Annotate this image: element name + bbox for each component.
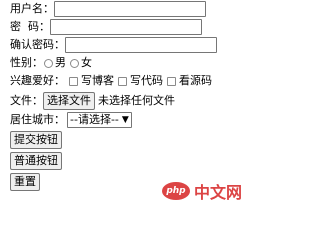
- gender-female-radio[interactable]: [70, 58, 79, 68]
- choose-file-button[interactable]: 选择文件: [43, 91, 95, 110]
- normal-button-row: 普通按钮: [10, 150, 250, 171]
- file-status: 未选择任何文件: [98, 93, 175, 107]
- gender-male-radio[interactable]: [44, 58, 53, 68]
- confirm-password-input[interactable]: [65, 37, 217, 53]
- gender-male-label: 男: [55, 56, 66, 69]
- hobby-source-checkbox[interactable]: [167, 76, 176, 86]
- city-row: 居住城市： --请选择-- ▼: [10, 111, 250, 129]
- password-label: 密 码：: [10, 20, 50, 33]
- hobby-source-label: 看源码: [179, 74, 212, 87]
- gender-label: 性别：: [10, 56, 43, 69]
- confirm-password-row: 确认密码：: [10, 36, 250, 54]
- hobby-code-label: 写代码: [130, 74, 163, 87]
- registration-form: 用户名： 密 码： 确认密码： 性别： 男 女 兴趣爱好： 写博客 写代码 看源…: [10, 0, 250, 192]
- reset-button[interactable]: 重置: [10, 172, 40, 191]
- normal-button[interactable]: 普通按钮: [10, 151, 62, 170]
- username-row: 用户名：: [10, 0, 250, 18]
- hobbies-row: 兴趣爱好： 写博客 写代码 看源码: [10, 72, 250, 90]
- php-logo-icon: php: [161, 182, 190, 200]
- city-select[interactable]: --请选择-- ▼: [67, 112, 132, 128]
- hobbies-label: 兴趣爱好：: [10, 74, 65, 87]
- username-label: 用户名：: [10, 2, 54, 15]
- gender-row: 性别： 男 女: [10, 54, 250, 72]
- hobby-blog-checkbox[interactable]: [69, 76, 78, 86]
- hobby-code-checkbox[interactable]: [118, 76, 127, 86]
- file-label: 文件：: [10, 93, 43, 107]
- submit-button[interactable]: 提交按钮: [10, 130, 62, 149]
- gender-female-label: 女: [81, 56, 92, 69]
- city-select-value: --请选择--: [70, 113, 119, 126]
- site-watermark: php 中文网: [161, 179, 242, 203]
- confirm-password-label: 确认密码：: [10, 38, 65, 51]
- password-row: 密 码：: [10, 18, 250, 36]
- username-input[interactable]: [54, 1, 206, 17]
- password-input[interactable]: [50, 19, 202, 35]
- submit-row: 提交按钮: [10, 129, 250, 150]
- file-row: 文件： 选择文件 未选择任何文件: [10, 90, 250, 111]
- watermark-text: 中文网: [193, 183, 242, 202]
- city-label: 居住城市：: [10, 113, 65, 126]
- chevron-down-icon: ▼: [121, 115, 129, 125]
- hobby-blog-label: 写博客: [81, 74, 114, 87]
